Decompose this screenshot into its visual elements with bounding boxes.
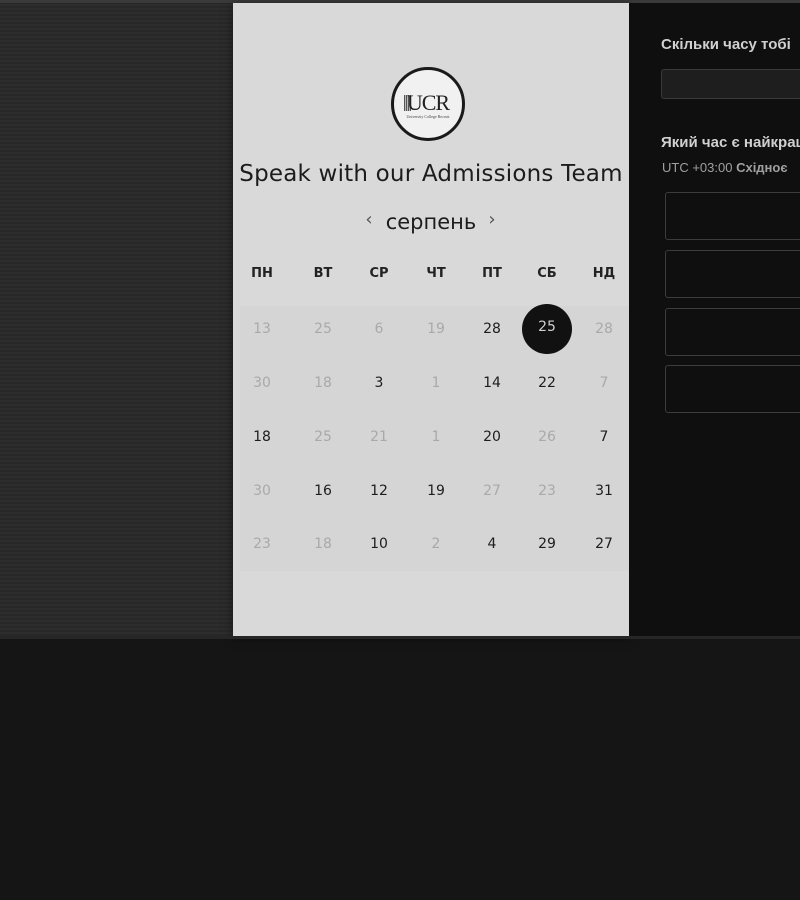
timezone-label: UTC +03:00 Східноє: [662, 160, 788, 175]
calendar-day[interactable]: 19: [408, 476, 464, 506]
calendar-day: 7: [599, 375, 609, 391]
weekday-label: СР: [369, 266, 389, 281]
calendar-day: 30: [253, 483, 271, 499]
calendar-day[interactable]: 14: [464, 368, 520, 398]
calendar-day: 25: [314, 321, 332, 337]
calendar-day[interactable]: 3: [351, 368, 407, 398]
time-slot-button[interactable]: [665, 308, 800, 356]
calendar-day: 1: [431, 429, 441, 445]
calendar-day[interactable]: 31: [576, 476, 632, 506]
calendar-day[interactable]: 16: [295, 476, 351, 506]
weekday-label: НД: [592, 266, 616, 281]
calendar-day: 23: [253, 536, 271, 552]
time-slot-button[interactable]: [665, 250, 800, 298]
screen: UCR University College Recruit Speak wit…: [0, 0, 800, 900]
calendar-day: 6: [374, 321, 384, 337]
calendar-day: 18: [314, 536, 332, 552]
calendar-day: 28: [595, 321, 613, 337]
calendar-day[interactable]: 18: [234, 422, 290, 452]
calendar-day: 26: [538, 429, 556, 445]
time-slot-button[interactable]: [665, 365, 800, 413]
calendar-day[interactable]: 12: [351, 476, 407, 506]
calendar-day: 21: [370, 429, 388, 445]
calendar-day[interactable]: 20: [464, 422, 520, 452]
calendar-day: 30: [253, 375, 271, 391]
weekday-label: ЧТ: [426, 266, 446, 281]
ucr-logo: UCR University College Recruit: [391, 67, 465, 141]
calendar-day[interactable]: 29: [519, 529, 575, 559]
time-selection-panel: Скільки часу тобі Який час є найкращ UTC…: [629, 3, 800, 636]
calendar-day: 19: [427, 321, 445, 337]
weekday-label: ВТ: [313, 266, 333, 281]
best-time-label: Який час є найкращ: [661, 134, 800, 151]
calendar-day[interactable]: 4: [464, 529, 520, 559]
month-label: серпень: [385, 210, 477, 234]
calendar-day: 23: [538, 483, 556, 499]
chevron-right-icon[interactable]: ›: [482, 209, 502, 233]
timezone-offset: UTC +03:00: [662, 160, 733, 175]
calendar-day: 2: [431, 536, 441, 552]
booking-calendar-card: UCR University College Recruit Speak wit…: [233, 3, 629, 636]
weekday-label: ПТ: [482, 266, 502, 281]
logo-subtitle: University College Recruit: [406, 114, 450, 119]
calendar-day: 1: [431, 375, 441, 391]
logo-text: UCR: [406, 90, 450, 115]
calendar-day: 25: [314, 429, 332, 445]
duration-label: Скільки часу тобі: [661, 36, 791, 53]
page-backdrop-left: [0, 0, 233, 636]
calendar-day: 27: [483, 483, 501, 499]
calendar-day: 13: [253, 321, 271, 337]
page-title: Speak with our Admissions Team: [239, 161, 623, 187]
month-navigation: ‹ серпень ›: [233, 207, 629, 237]
calendar-day: 18: [314, 375, 332, 391]
calendar-day[interactable]: 7: [576, 422, 632, 452]
calendar-day[interactable]: 10: [351, 529, 407, 559]
calendar-day-selected[interactable]: 25: [519, 312, 575, 342]
timezone-name: Східноє: [736, 160, 788, 175]
calendar-day[interactable]: 28: [464, 314, 520, 344]
calendar-day[interactable]: 27: [576, 529, 632, 559]
weekday-label: СБ: [537, 266, 557, 281]
weekday-label: ПН: [251, 266, 273, 281]
bottom-divider: [0, 636, 800, 639]
time-slot-button[interactable]: [665, 192, 800, 240]
duration-select[interactable]: [661, 69, 800, 99]
calendar-day[interactable]: 22: [519, 368, 575, 398]
